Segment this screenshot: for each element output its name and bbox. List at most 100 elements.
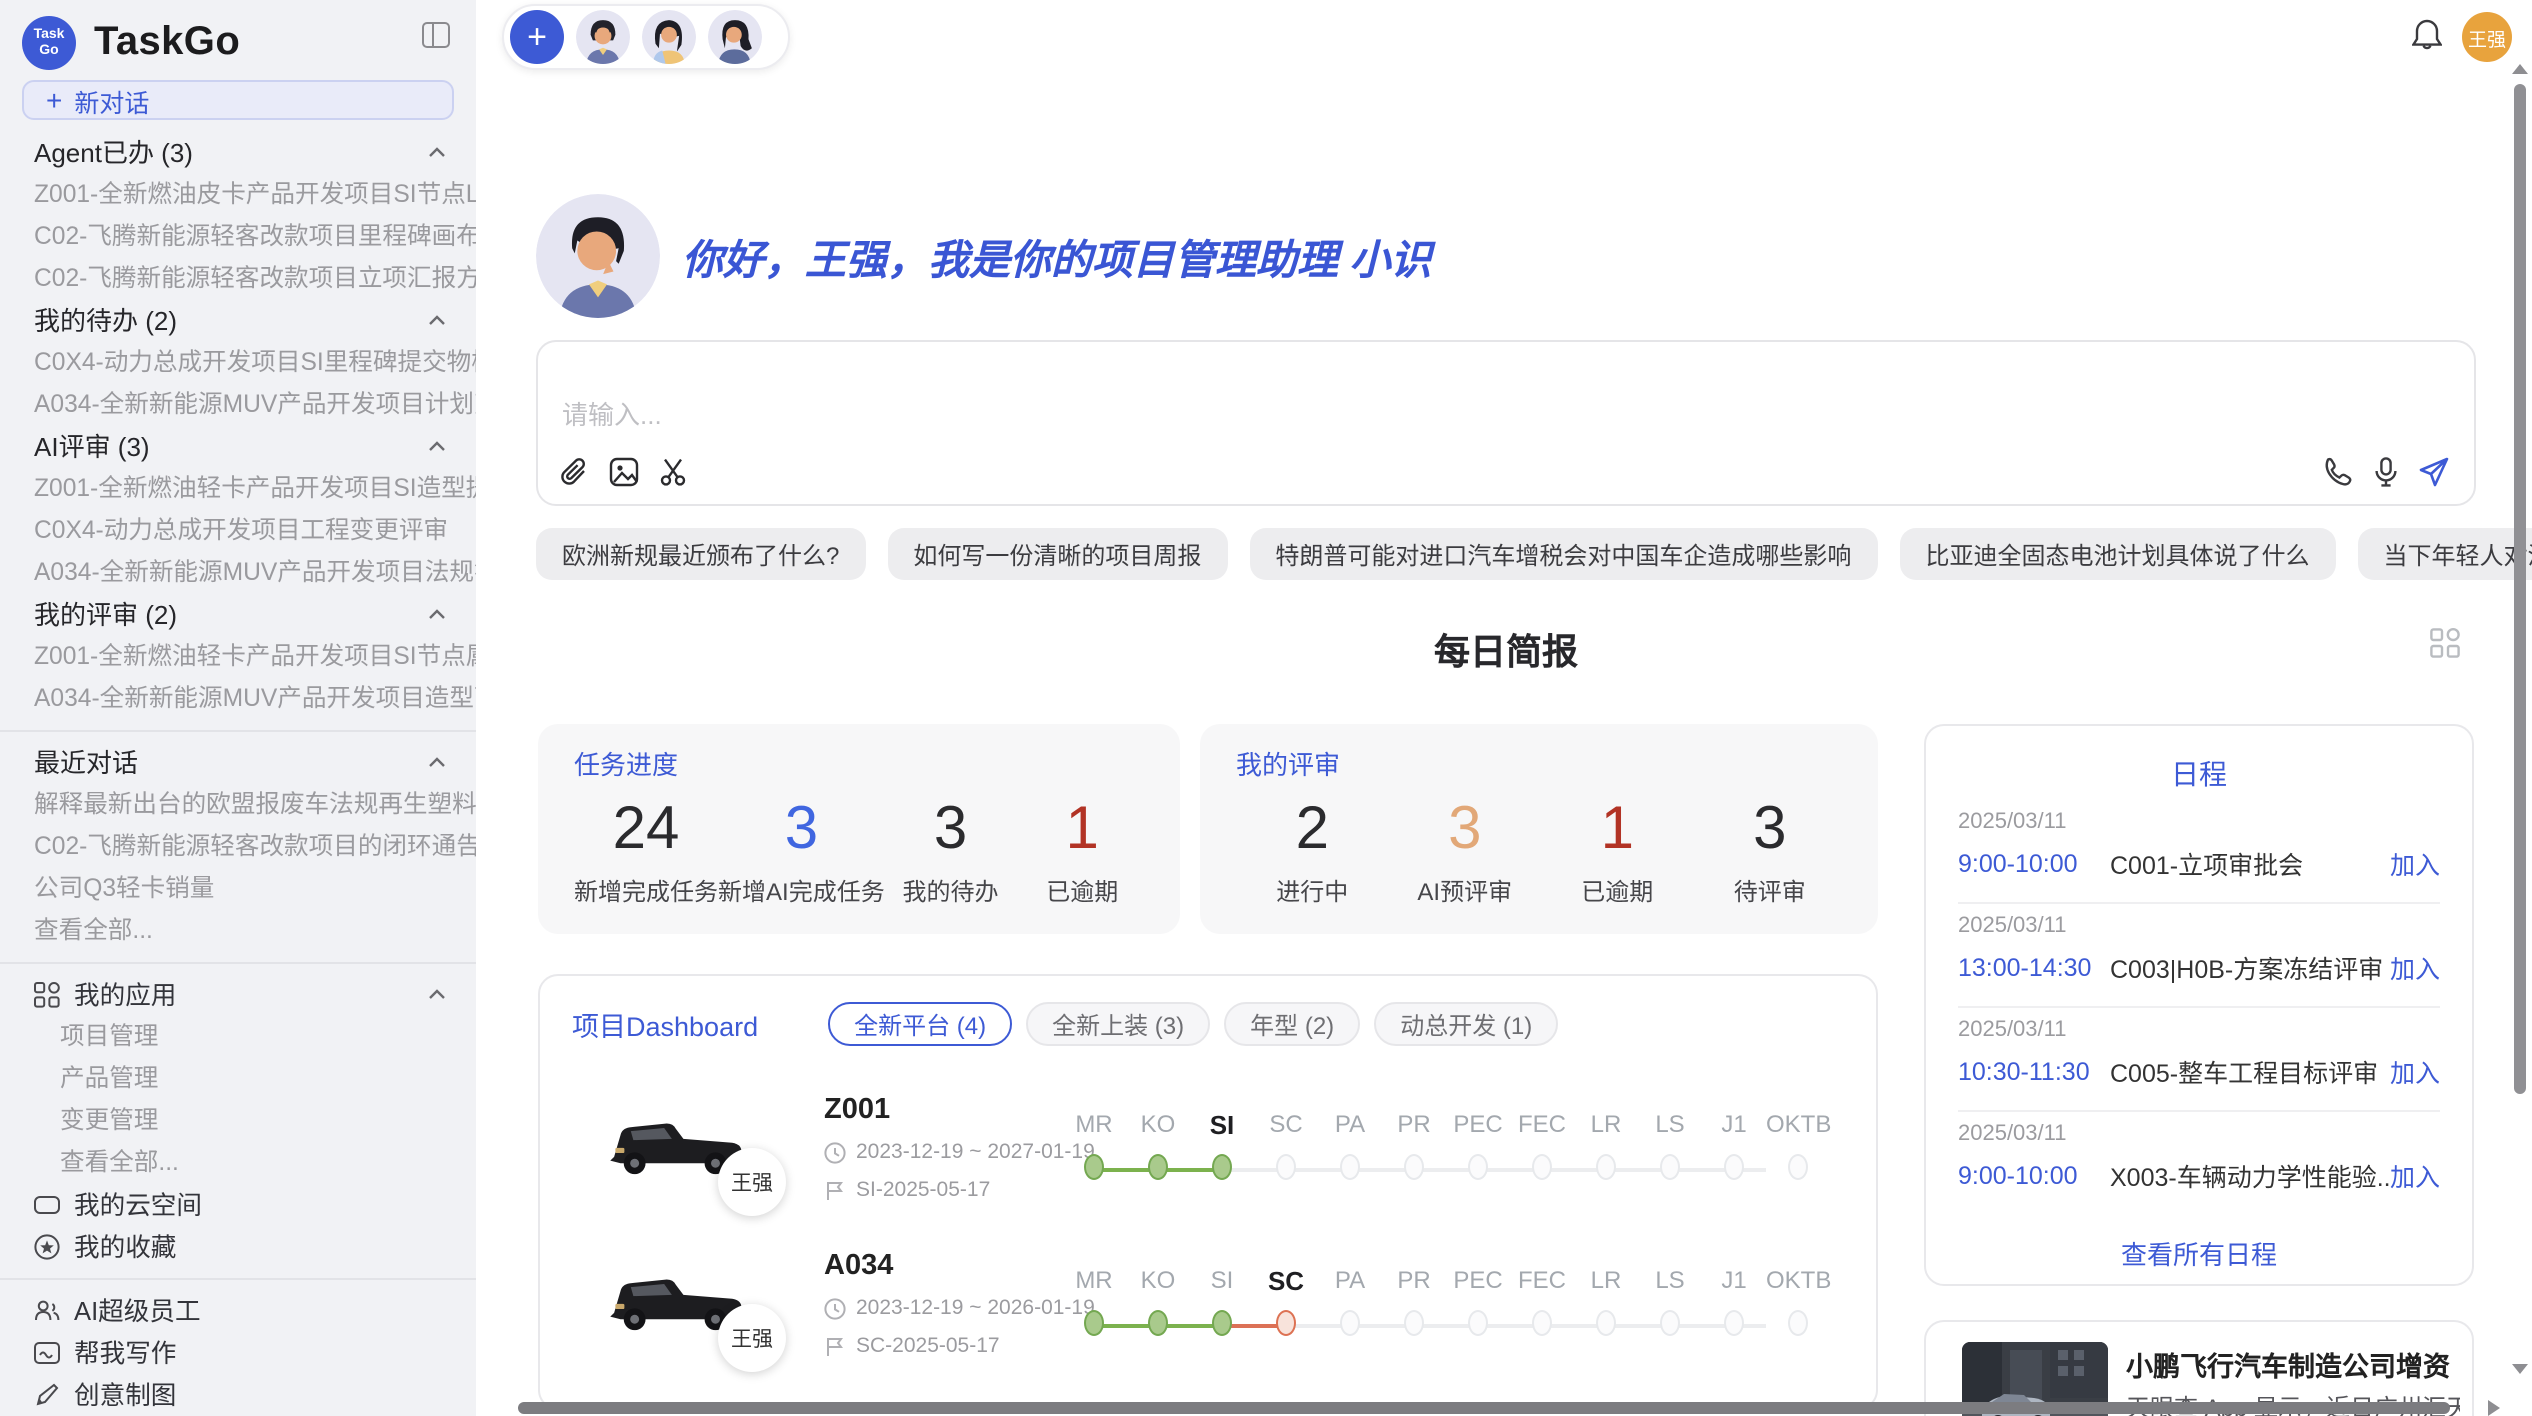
- join-link[interactable]: 加入: [2390, 844, 2440, 882]
- milestone-node-done: [1148, 1154, 1168, 1180]
- daily-briefing-header: 每日简报: [536, 624, 2476, 676]
- tab-model-year[interactable]: 年型 (2): [1224, 1002, 1360, 1046]
- scroll-up-arrow-icon[interactable]: [2512, 64, 2528, 74]
- scroll-down-arrow-icon[interactable]: [2512, 1364, 2528, 1374]
- list-item[interactable]: C0X4-动力总成开发项目工程变更评审: [0, 510, 476, 552]
- tab-platform[interactable]: 全新平台 (4): [828, 1002, 1012, 1046]
- section-my-review[interactable]: 我的评审 (2): [0, 594, 476, 636]
- greeting-text: 你好，王强，我是你的项目管理助理 小识: [682, 226, 1431, 286]
- sidebar-collapse-icon[interactable]: [422, 22, 450, 48]
- app-item-product-mgmt[interactable]: 产品管理: [0, 1058, 476, 1100]
- chevron-up-icon[interactable]: [428, 606, 446, 624]
- sidebar-item-help-write[interactable]: 帮我写作: [0, 1332, 476, 1374]
- layout-grid-icon[interactable]: [2430, 628, 2460, 658]
- stat: 1已逾期: [1016, 794, 1148, 908]
- milestone-node: [1404, 1154, 1424, 1180]
- list-item[interactable]: A034-全新新能源MUV产品开发项目计划变更表编写: [0, 384, 476, 426]
- schedule-card: 日程 2025/03/11 9:00-10:00C001-立项审批会加入 202…: [1924, 724, 2474, 1286]
- join-link[interactable]: 加入: [2390, 1052, 2440, 1090]
- project-row-a034[interactable]: 王强 A034 2023-12-19 ~ 2026-01-19 SC-2025-…: [540, 1230, 1876, 1386]
- microphone-icon[interactable]: [2370, 456, 2402, 488]
- suggestion-chip[interactable]: 特朗普可能对进口汽车增税会对中国车企造成哪些影响: [1249, 528, 1877, 580]
- list-item[interactable]: Z001-全新燃油轻卡产品开发项目SI节点属性5D文件评审: [0, 636, 476, 678]
- section-agent-done[interactable]: Agent已办 (3): [0, 132, 476, 174]
- section-recent-chats[interactable]: 最近对话: [0, 742, 476, 784]
- suggestion-chip[interactable]: 欧洲新规最近颁布了什么?: [536, 528, 865, 580]
- new-chat-button[interactable]: + 新对话: [22, 80, 454, 120]
- daily-briefing-title: 每日简报: [1434, 632, 1578, 672]
- milestone-node: [1788, 1310, 1808, 1336]
- phone-call-icon[interactable]: [2322, 456, 2354, 488]
- sidebar-item-favorites[interactable]: 我的收藏: [0, 1226, 476, 1268]
- image-icon[interactable]: [608, 456, 640, 488]
- project-row-z001[interactable]: 王强 Z001 2023-12-19 ~ 2027-01-19 SI-2025-…: [540, 1074, 1876, 1230]
- list-item[interactable]: 公司Q3轻卡销量: [0, 868, 476, 910]
- add-agent-button[interactable]: +: [510, 10, 564, 64]
- divider: [0, 1278, 476, 1280]
- suggestion-chip[interactable]: 如何写一份清晰的项目周报: [887, 528, 1227, 580]
- milestone-node-done: [1212, 1154, 1232, 1180]
- message-input[interactable]: [558, 398, 1566, 432]
- star-icon: [34, 1234, 60, 1260]
- section-my-todo[interactable]: 我的待办 (2): [0, 300, 476, 342]
- message-composer[interactable]: [536, 340, 2476, 506]
- vertical-scroll-thumb[interactable]: [2514, 84, 2526, 1094]
- cloud-icon: [34, 1192, 60, 1218]
- list-item[interactable]: Z001-全新燃油皮卡产品开发项目SI节点Lesson Learn报告: [0, 174, 476, 216]
- scroll-right-arrow-icon[interactable]: [2488, 1400, 2500, 1416]
- view-all-apps[interactable]: 查看全部...: [0, 1142, 476, 1184]
- list-item[interactable]: C02-飞腾新能源轻客改款项目的闭环通告反馈情况: [0, 826, 476, 868]
- horizontal-scrollbar[interactable]: [518, 1402, 2450, 1414]
- main-area: + 王强 你好，王强，我是你的项目管理助理 小识: [476, 0, 2532, 1416]
- chevron-up-icon[interactable]: [428, 754, 446, 772]
- list-item[interactable]: A034-全新新能源MUV产品开发项目造型可行性评审: [0, 678, 476, 720]
- notification-bell-icon[interactable]: [2412, 18, 2442, 52]
- scissors-icon[interactable]: [658, 456, 690, 488]
- sidebar-item-ai-staff[interactable]: AI超级员工: [0, 1290, 476, 1332]
- tab-upfit[interactable]: 全新上装 (3): [1026, 1002, 1210, 1046]
- milestone-node: [1596, 1310, 1616, 1336]
- app-item-project-mgmt[interactable]: 项目管理: [0, 1016, 476, 1058]
- list-item[interactable]: C02-飞腾新能源轻客改款项目立项汇报方案: [0, 258, 476, 300]
- list-item[interactable]: C02-飞腾新能源轻客改款项目里程碑画布: [0, 216, 476, 258]
- project-milestone-date: SC-2025-05-17: [856, 1334, 1000, 1358]
- agent-avatar-3[interactable]: [708, 10, 762, 64]
- join-link[interactable]: 加入: [2390, 948, 2440, 986]
- section-ai-review[interactable]: AI评审 (3): [0, 426, 476, 468]
- agent-avatar-1[interactable]: [576, 10, 630, 64]
- taskgo-logo: Task Go: [22, 16, 76, 70]
- tab-powertrain[interactable]: 动总开发 (1): [1374, 1002, 1558, 1046]
- chevron-up-icon[interactable]: [428, 312, 446, 330]
- chevron-up-icon[interactable]: [428, 144, 446, 162]
- user-avatar[interactable]: 王强: [2462, 12, 2512, 62]
- sidebar: Task Go TaskGo + 新对话 Agent已办 (3) Z001-全新…: [0, 0, 476, 1416]
- attachment-icon[interactable]: [558, 456, 590, 488]
- join-link[interactable]: 加入: [2390, 1156, 2440, 1194]
- schedule-entry: 2025/03/11 9:00-10:00C001-立项审批会加入: [1958, 810, 2440, 882]
- chevron-up-icon[interactable]: [428, 438, 446, 456]
- vertical-scrollbar[interactable]: [2512, 60, 2528, 1416]
- milestone-strip: MRKOSISCPAPRPECFECLRLSJ1OKTB: [1062, 1110, 1830, 1186]
- list-item[interactable]: Z001-全新燃油轻卡产品开发项目SI造型提交物评审: [0, 468, 476, 510]
- list-item[interactable]: C0X4-动力总成开发项目SI里程碑提交物检查: [0, 342, 476, 384]
- sidebar-item-creative-draw[interactable]: 创意制图: [0, 1374, 476, 1416]
- list-item[interactable]: 解释最新出台的欧盟报废车法规再生塑料比例被调至15%...: [0, 784, 476, 826]
- owner-badge: 王强: [718, 1148, 786, 1216]
- list-item[interactable]: A034-全新新能源MUV产品开发项目法规符合性评审: [0, 552, 476, 594]
- project-milestone-date: SI-2025-05-17: [856, 1178, 990, 1202]
- milestone-node: [1724, 1154, 1744, 1180]
- app-item-change-mgmt[interactable]: 变更管理: [0, 1100, 476, 1142]
- view-all-schedule[interactable]: 查看所有日程: [1926, 1234, 2472, 1272]
- dashboard-title: 项目Dashboard: [572, 1004, 758, 1044]
- chevron-up-icon[interactable]: [428, 986, 446, 1004]
- section-my-apps[interactable]: 我的应用: [0, 974, 476, 1016]
- send-icon[interactable]: [2418, 456, 2450, 488]
- stat: 3AI预评审: [1389, 794, 1542, 908]
- agent-avatar-2[interactable]: [642, 10, 696, 64]
- milestone-node: [1724, 1310, 1744, 1336]
- sidebar-item-cloud-space[interactable]: 我的云空间: [0, 1184, 476, 1226]
- flag-icon: [824, 1335, 846, 1357]
- suggestion-chip[interactable]: 比亚迪全固态电池计划具体说了什么: [1899, 528, 2335, 580]
- view-all-recent[interactable]: 查看全部...: [0, 910, 476, 952]
- suggestion-chip[interactable]: 当下年轻人对汽车外观有怎样的喜好趋势: [2357, 528, 2532, 580]
